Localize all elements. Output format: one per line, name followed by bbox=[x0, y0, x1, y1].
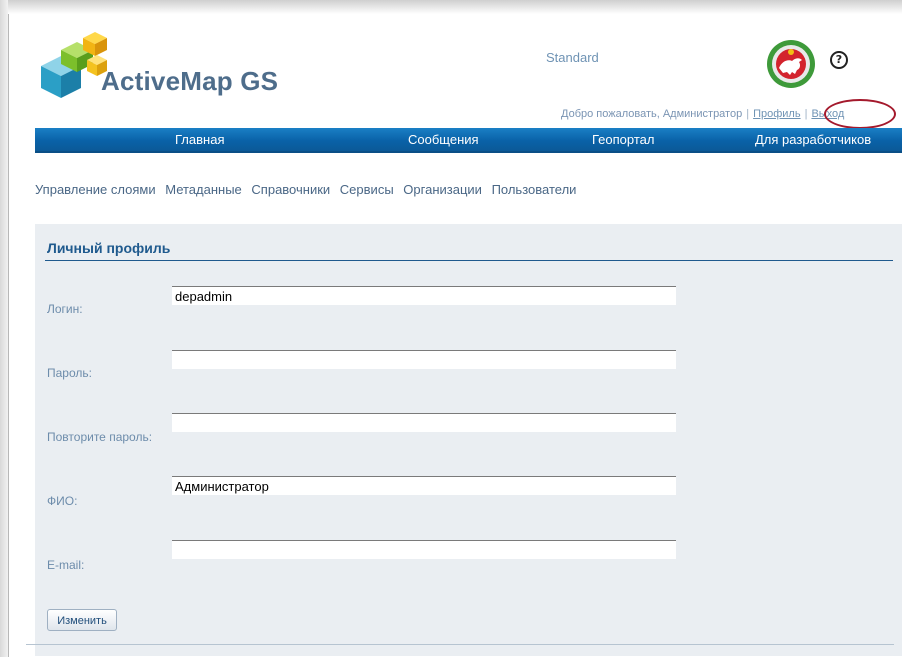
user-bar: Добро пожаловать, Администратор | Профиль |… bbox=[561, 108, 844, 120]
fullname-input[interactable] bbox=[172, 476, 676, 495]
repeat-password-label: Повторите пароль: bbox=[47, 430, 153, 444]
nav-item-messages[interactable]: Сообщения bbox=[408, 132, 479, 147]
nav-item-geoportal[interactable]: Геопортал bbox=[592, 132, 654, 147]
subnav-item-dictionaries[interactable]: Справочники bbox=[251, 182, 330, 197]
welcome-text: Добро пожаловать, Администратор bbox=[561, 108, 743, 120]
separator: | bbox=[804, 108, 808, 120]
nav-item-home[interactable]: Главная bbox=[175, 132, 224, 147]
nav-item-developers[interactable]: Для разработчиков bbox=[755, 132, 871, 147]
main-nav: Главная Сообщения Геопортал Для разработ… bbox=[35, 128, 902, 153]
panel-title: Личный профиль bbox=[47, 240, 171, 256]
profile-panel: Личный профиль Логин: Пароль: Повторите … bbox=[35, 224, 902, 656]
login-input[interactable] bbox=[172, 286, 676, 305]
email-input[interactable] bbox=[172, 540, 676, 559]
subnav-item-services[interactable]: Сервисы bbox=[340, 182, 394, 197]
password-input[interactable] bbox=[172, 350, 676, 369]
edition-label: Standard bbox=[546, 50, 599, 65]
profile-link[interactable]: Профиль bbox=[753, 108, 801, 120]
window-frame-left bbox=[0, 0, 8, 657]
subnav-item-organizations[interactable]: Организации bbox=[403, 182, 482, 197]
separator: | bbox=[746, 108, 750, 120]
change-button[interactable]: Изменить bbox=[47, 609, 117, 631]
window-frame-top bbox=[0, 0, 902, 14]
fullname-label: ФИО: bbox=[47, 494, 78, 508]
subnav-item-users[interactable]: Пользователи bbox=[492, 182, 577, 197]
subnav-item-metadata[interactable]: Метаданные bbox=[165, 182, 242, 197]
logout-link[interactable]: Выход bbox=[811, 108, 844, 120]
footer-divider bbox=[26, 644, 894, 645]
tatarstan-emblem-icon bbox=[767, 40, 815, 88]
sub-nav: Управление слоями Метаданные Справочники… bbox=[35, 182, 582, 197]
page: ActiveMap GS Standard ? Добро пожаловать… bbox=[8, 14, 902, 657]
subnav-item-layers[interactable]: Управление слоями bbox=[35, 182, 156, 197]
title-divider bbox=[45, 260, 893, 261]
login-label: Логин: bbox=[47, 302, 83, 316]
email-label: E-mail: bbox=[47, 558, 85, 572]
repeat-password-input[interactable] bbox=[172, 413, 676, 432]
brand-title: ActiveMap GS bbox=[101, 66, 279, 96]
password-label: Пароль: bbox=[47, 366, 92, 380]
help-icon[interactable]: ? bbox=[830, 51, 848, 69]
